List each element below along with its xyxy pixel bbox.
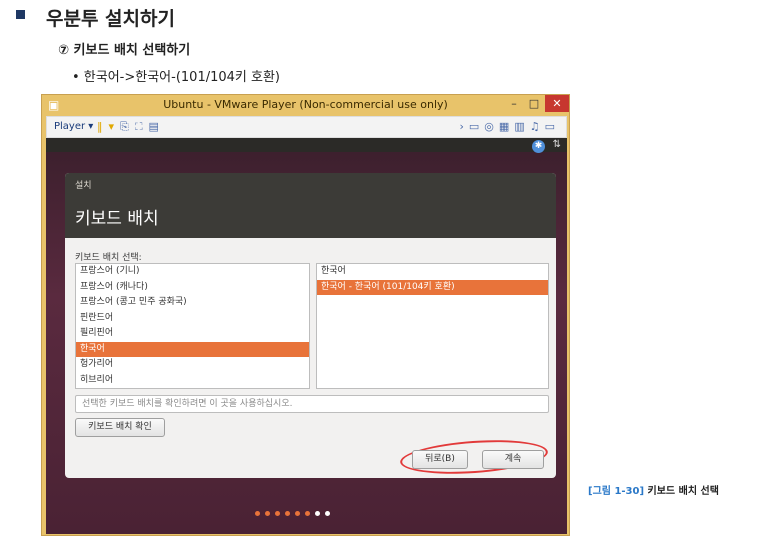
list-item[interactable]: 헝가리어 bbox=[76, 357, 309, 373]
close-button[interactable]: ✕ bbox=[545, 95, 569, 112]
ubuntu-screen: ✱ ⇅ 설치 키보드 배치 키보드 배치 선택: 프랑스어 (기니) 프랑스어 … bbox=[46, 138, 567, 534]
dialog-title: 키보드 배치 bbox=[75, 209, 159, 229]
progress-dot bbox=[285, 511, 290, 516]
player-menu-button[interactable]: Player ▾ bbox=[54, 121, 93, 132]
toolbar-device-icons: ›▭◎▦▥♫▭ bbox=[459, 120, 560, 133]
section-bullet-square bbox=[16, 10, 25, 19]
pause-icon[interactable]: ‖▾ bbox=[97, 120, 120, 133]
list-item[interactable]: 핀란드어 bbox=[76, 311, 309, 327]
printer-icon[interactable]: ▥ bbox=[514, 120, 529, 133]
window-title: Ubuntu - VMware Player (Non-commercial u… bbox=[163, 98, 448, 111]
keyboard-indicator-icon[interactable]: ⇅ bbox=[553, 139, 561, 150]
keyboard-test-input[interactable]: 선택한 키보드 배치를 확인하려면 이 곳을 사용하십시오. bbox=[75, 395, 549, 413]
cd-icon[interactable]: ◎ bbox=[484, 120, 499, 133]
progress-dot bbox=[275, 511, 280, 516]
display-icon[interactable]: ▭ bbox=[545, 120, 560, 133]
fullscreen-icon[interactable]: ⛶ bbox=[135, 120, 149, 133]
progress-dot bbox=[305, 511, 310, 516]
doc-heading: 우분투 설치하기 bbox=[46, 8, 175, 30]
progress-dot bbox=[255, 511, 260, 516]
select-layout-label: 키보드 배치 선택: bbox=[75, 253, 142, 263]
list-item[interactable]: 프랑스어 (기니) bbox=[76, 264, 309, 280]
layout-language-list[interactable]: 프랑스어 (기니) 프랑스어 (캐나다) 프랑스어 (콩고 민주 공화국) 핀란… bbox=[75, 263, 310, 389]
accessibility-icon[interactable]: ✱ bbox=[532, 140, 545, 153]
maximize-button[interactable]: □ bbox=[525, 95, 543, 112]
sound-icon[interactable]: ♫ bbox=[530, 120, 545, 133]
progress-dot bbox=[315, 511, 320, 516]
installer-dialog: 설치 키보드 배치 키보드 배치 선택: 프랑스어 (기니) 프랑스어 (캐나다… bbox=[65, 173, 556, 478]
minimize-button[interactable]: – bbox=[505, 95, 523, 112]
toolbar-left-icons: ‖▾⎘⛶▤ bbox=[97, 120, 165, 134]
usb-icon[interactable]: ▦ bbox=[499, 120, 514, 133]
list-item[interactable]: 필리핀어 bbox=[76, 326, 309, 342]
list-item-selected[interactable]: 한국어 bbox=[76, 341, 309, 357]
list-item-selected[interactable]: 한국어 - 한국어 (101/104키 호환) bbox=[317, 279, 548, 295]
arrow-icon[interactable]: › bbox=[459, 120, 468, 133]
window-titlebar: ▣ Ubuntu - VMware Player (Non-commercial… bbox=[42, 95, 569, 115]
progress-dot bbox=[295, 511, 300, 516]
list-item[interactable]: 히브리어 bbox=[76, 373, 309, 389]
dialog-header: 설치 키보드 배치 bbox=[65, 173, 556, 238]
layout-variant-list[interactable]: 한국어 한국어 - 한국어 (101/104키 호환) bbox=[316, 263, 549, 389]
list-item[interactable]: 한국어 bbox=[317, 264, 548, 280]
progress-dot bbox=[325, 511, 330, 516]
figure-number: [그림 1-30] bbox=[588, 486, 645, 497]
continue-button[interactable]: 계속 bbox=[482, 450, 544, 469]
player-toolbar: Player ▾ ‖▾⎘⛶▤ ›▭◎▦▥♫▭ bbox=[46, 116, 567, 138]
vmware-window: ▣ Ubuntu - VMware Player (Non-commercial… bbox=[41, 94, 570, 536]
list-item[interactable]: 프랑스어 (캐나다) bbox=[76, 280, 309, 296]
progress-dot bbox=[265, 511, 270, 516]
figure-caption: [그림 1-30] 키보드 배치 선택 bbox=[588, 482, 719, 497]
doc-step-title: ⑦ 키보드 배치 선택하기 bbox=[58, 43, 191, 58]
unity-icon[interactable]: ▤ bbox=[149, 120, 165, 133]
install-progress-dots bbox=[255, 501, 335, 520]
send-ctrl-alt-del-icon[interactable]: ⎘ bbox=[120, 120, 135, 133]
dialog-window-title: 설치 bbox=[75, 181, 92, 191]
list-item[interactable]: 프랑스어 (콩고 민주 공화국) bbox=[76, 295, 309, 311]
ubuntu-top-panel: ✱ ⇅ bbox=[46, 138, 567, 153]
network-icon[interactable]: ▭ bbox=[469, 120, 484, 133]
detect-layout-button[interactable]: 키보드 배치 확인 bbox=[75, 418, 165, 437]
back-button[interactable]: 뒤로(B) bbox=[412, 450, 468, 469]
figure-caption-text: 키보드 배치 선택 bbox=[647, 486, 719, 497]
doc-bullet-text: • 한국어->한국어-(101/104키 호환) bbox=[72, 70, 280, 85]
